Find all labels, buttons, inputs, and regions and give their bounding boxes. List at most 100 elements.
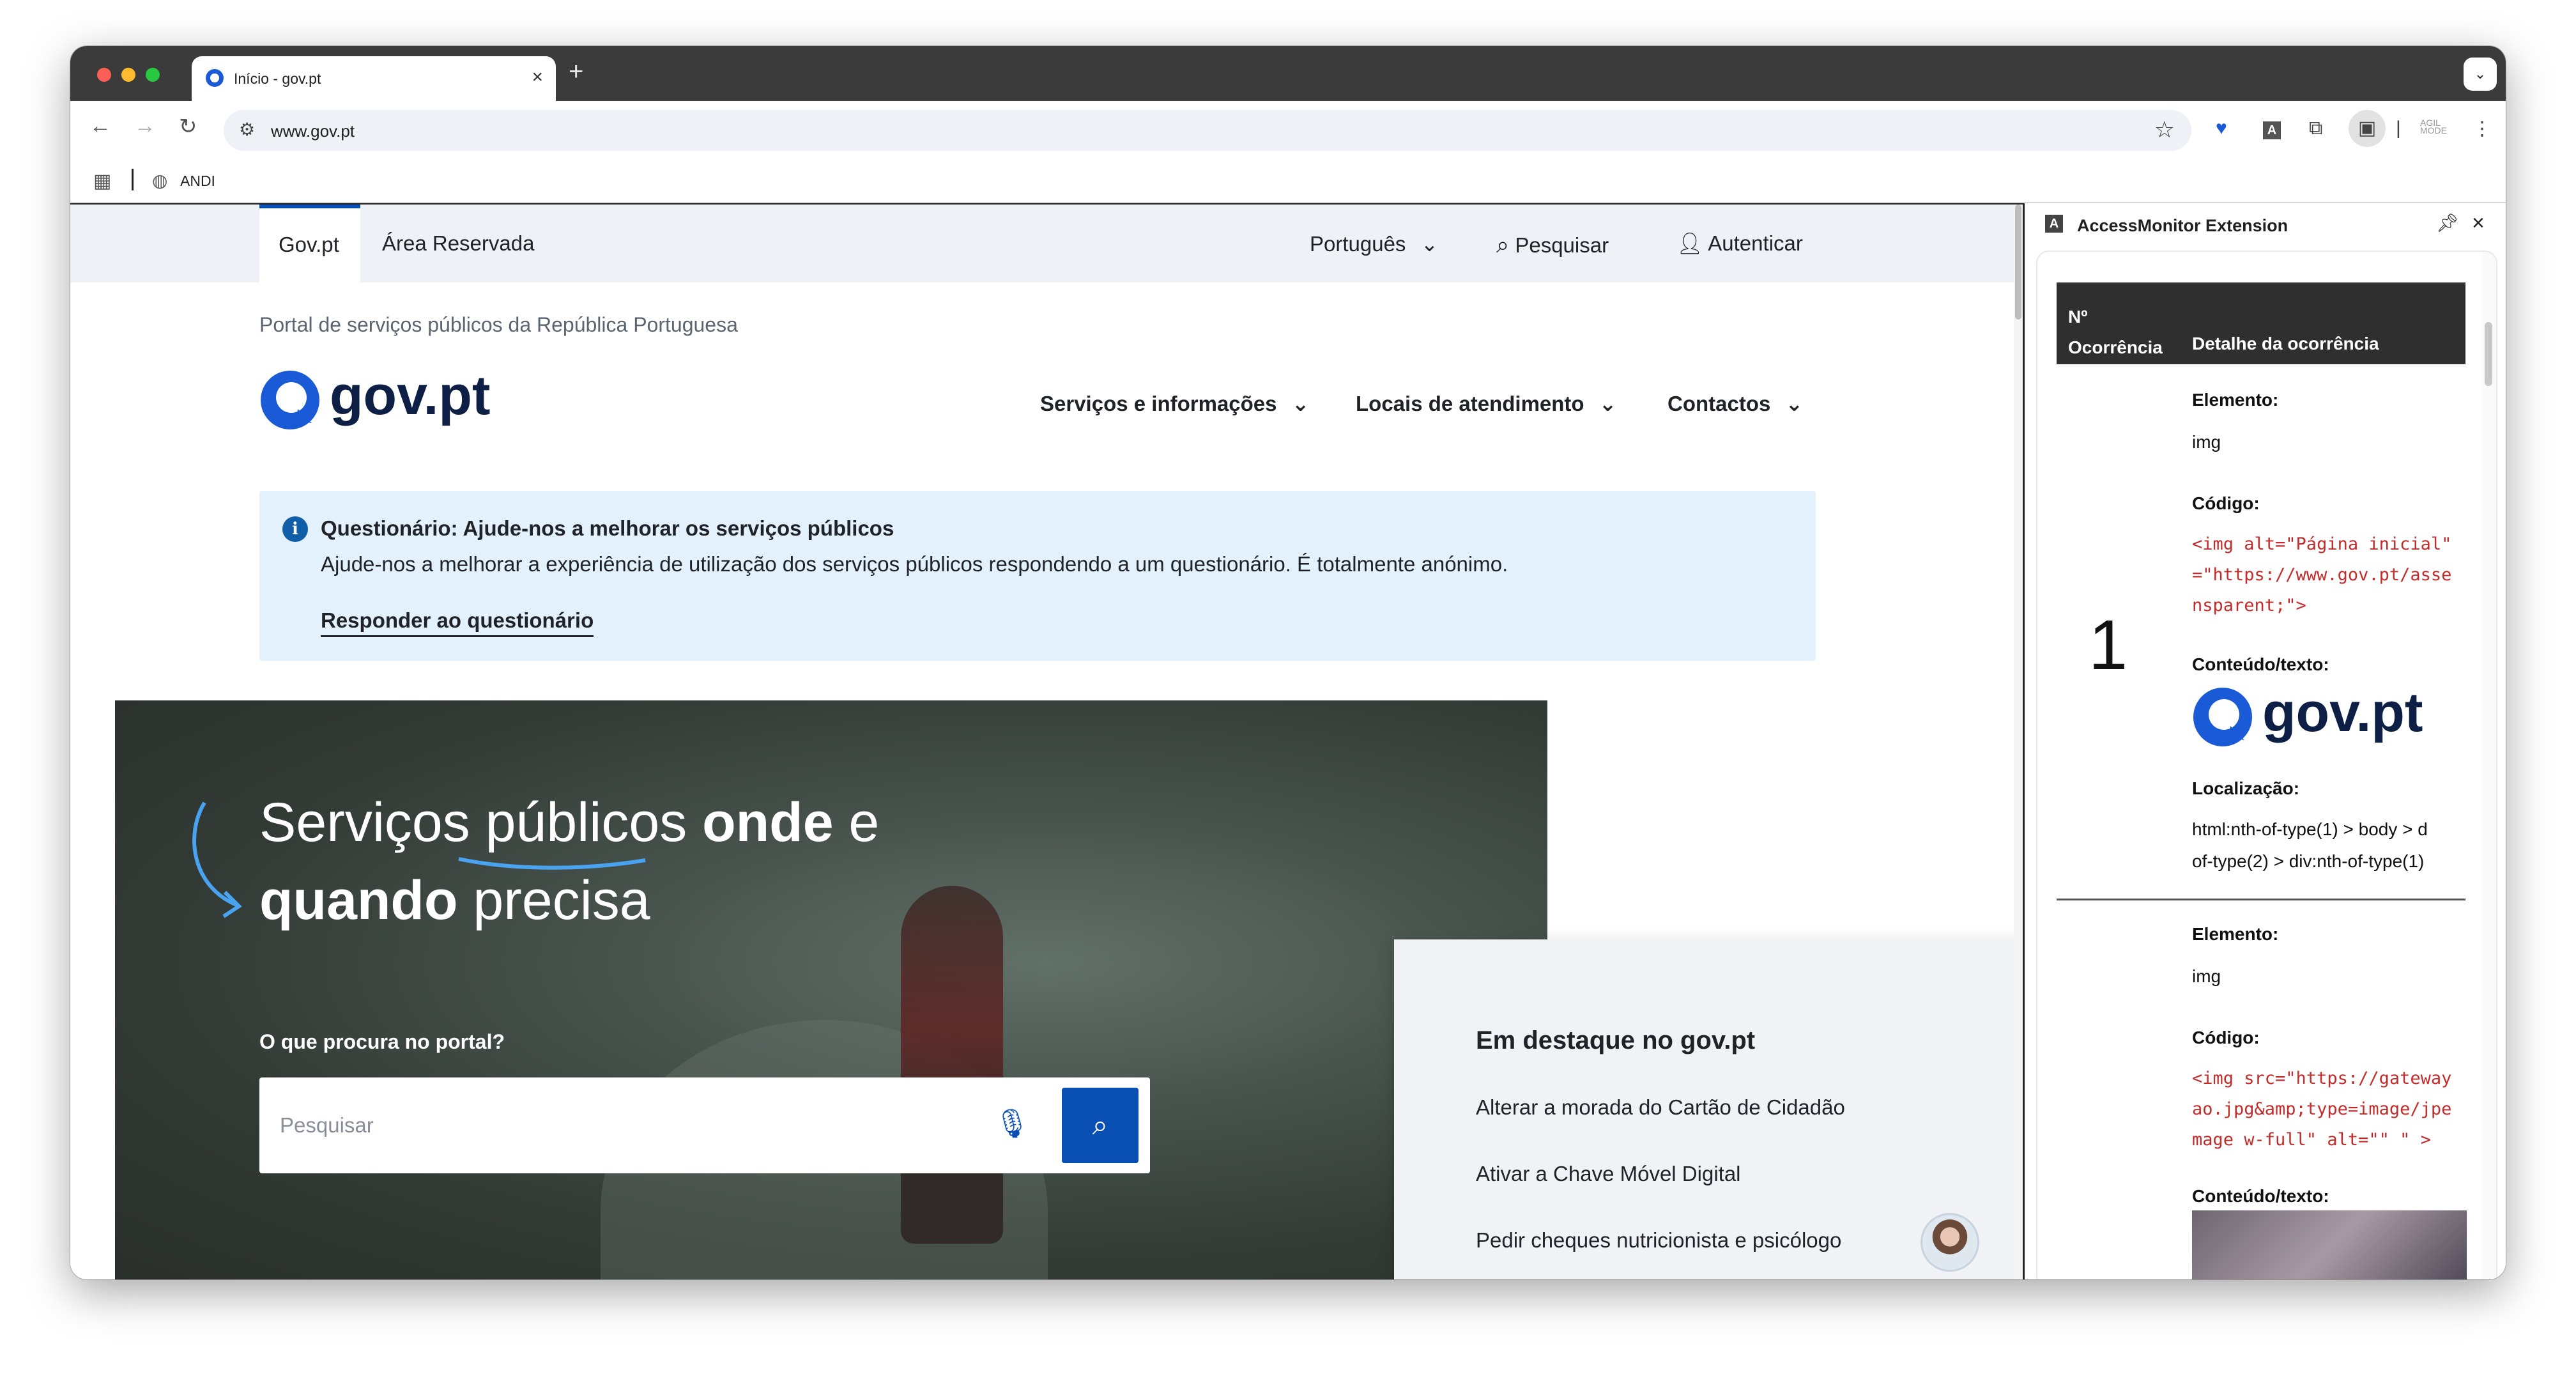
occurrence-divider [2057, 899, 2465, 900]
close-window-button[interactable] [97, 68, 111, 82]
govpt-favicon-icon [206, 69, 224, 87]
agil-mode-icon[interactable]: AGIL MODE [2420, 118, 2447, 135]
panel-scrollbar-thumb[interactable] [2485, 322, 2492, 386]
bookmark-andi[interactable]: ANDI [180, 173, 215, 190]
tab-title: Início - gov.pt [234, 70, 321, 87]
panel-header: A AccessMonitor Extension 📌︎ × [2025, 203, 2506, 245]
browser-tab[interactable]: Início - gov.pt × [192, 56, 556, 101]
bookmarks-bar: ▦ ◍ ANDI [70, 160, 2506, 203]
maximize-window-button[interactable] [146, 68, 160, 82]
search-submit-button[interactable]: ⌕ [1062, 1088, 1138, 1163]
bookmark-star-icon[interactable]: ☆ [2154, 116, 2175, 143]
url-text[interactable]: www.gov.pt [271, 121, 355, 141]
user-icon: 👤︎ [1676, 231, 1703, 255]
govpt-logo[interactable]: gov.pt [259, 364, 502, 438]
element-value: img [2192, 432, 2221, 452]
page-scrollbar-thumb[interactable] [2015, 205, 2021, 320]
pin-icon[interactable]: 📌︎ [2436, 212, 2459, 233]
tab-search-button[interactable]: ⌄ [2464, 58, 2497, 91]
hero-banner: Serviços públicos onde e quando precisa … [115, 700, 1547, 1279]
hero-underline-icon [458, 857, 646, 870]
accessmonitor-extension-icon[interactable]: A [2263, 118, 2281, 139]
code-line: ="https://www.gov.pt/asse [2192, 565, 2452, 585]
location-label: Localização: [2192, 778, 2300, 798]
panel-content: Nº Ocorrência Detalhe da ocorrência 1 El… [2036, 251, 2497, 1279]
location-line: of-type(2) > div:nth-of-type(1) [2192, 851, 2425, 871]
utility-bar: Gov.pt Área Reservada Português ⌄ ⌕ Pesq… [70, 205, 2023, 282]
back-icon[interactable]: ← [89, 114, 111, 139]
toolbar-separator: | [2396, 118, 2401, 139]
browser-toolbar: ← → ↻ ⚙ www.gov.pt ☆ ♥ A ⧉ ▣ | AGIL MODE … [70, 101, 2506, 160]
featured-item[interactable]: Pedir cheques nutricionista e psicólogo [1476, 1228, 1841, 1253]
page-scrollbar[interactable] [2014, 205, 2023, 1279]
featured-title: Em destaque no gov.pt [1476, 1026, 1756, 1054]
column-detail: Detalhe da ocorrência [2192, 334, 2379, 353]
tab-govpt[interactable]: Gov.pt [259, 205, 360, 282]
nav-contactos[interactable]: Contactos ⌄ [1667, 391, 1803, 416]
chevron-down-icon: ⌄ [1598, 392, 1617, 415]
alert-text: Ajude-nos a melhorar a experiência de ut… [321, 552, 1508, 576]
bookmarks-separator [132, 169, 134, 190]
content-label: Conteúdo/texto: [2192, 654, 2329, 674]
forward-icon[interactable]: → [134, 114, 156, 139]
element-label: Elemento: [2192, 390, 2279, 410]
side-panel-icon[interactable]: ▣ [2349, 110, 2386, 147]
globe-icon: ◍ [152, 171, 168, 190]
microphone-icon[interactable]: 🎙︎ [994, 1107, 1030, 1140]
chat-assistant-avatar[interactable] [1920, 1213, 1979, 1272]
govpt-logo-icon: gov.pt [2193, 682, 2423, 746]
reload-icon[interactable]: ↻ [179, 114, 197, 139]
minimize-window-button[interactable] [121, 68, 135, 82]
hero-person-image [901, 886, 1003, 1244]
questionnaire-link[interactable]: Responder ao questionário [321, 608, 594, 637]
search-link[interactable]: ⌕ Pesquisar [1496, 231, 1609, 259]
featured-item[interactable]: Ativar a Chave Móvel Digital [1476, 1162, 1741, 1186]
tab-area-reservada[interactable]: Área Reservada [382, 231, 534, 256]
more-menu-icon[interactable]: ⋮ [2472, 118, 2492, 140]
results-table-header: Nº Ocorrência Detalhe da ocorrência [2057, 282, 2465, 364]
svg-text:gov.pt: gov.pt [2262, 682, 2423, 743]
apps-grid-icon[interactable]: ▦ [93, 170, 111, 192]
accessmonitor-icon: A [2045, 215, 2063, 233]
panel-scrollbar[interactable] [2482, 252, 2496, 1279]
chevron-down-icon: ⌄ [1291, 392, 1310, 415]
element-value: img [2192, 966, 2221, 986]
code-line: ao.jpg&amp;type=image/jpe [2192, 1099, 2452, 1119]
nav-locais[interactable]: Locais de atendimento ⌄ [1356, 391, 1616, 416]
new-tab-button[interactable]: + [569, 58, 583, 86]
panel-title: AccessMonitor Extension [2077, 216, 2288, 235]
code-line: <img alt="Página inicial" [2192, 534, 2452, 554]
govpt-logo-icon: gov.pt [261, 365, 491, 429]
portal-search: Pesquisar 🎙︎ ⌕ [259, 1077, 1150, 1173]
site-info-icon[interactable]: ⚙ [239, 119, 255, 140]
login-link[interactable]: 👤︎ Autenticar [1676, 231, 1803, 256]
code-line: nsparent;"> [2192, 596, 2306, 615]
location-line: html:nth-of-type(1) > body > d [2192, 819, 2428, 839]
svg-text:gov.pt: gov.pt [330, 365, 491, 426]
browser-window: Início - gov.pt × + ⌄ ← → ↻ ⚙ www.gov.pt… [70, 46, 2506, 1279]
tab-strip: Início - gov.pt × + ⌄ [70, 46, 2506, 101]
column-occurrence: Nº Ocorrência [2068, 307, 2163, 357]
language-selector[interactable]: Português ⌄ [1310, 231, 1438, 256]
featured-item[interactable]: Alterar a morada do Cartão de Cidadão [1476, 1095, 1845, 1120]
content-image-preview [2192, 1210, 2467, 1279]
content-label: Conteúdo/texto: [2192, 1186, 2329, 1206]
extension-heart-icon[interactable]: ♥ [2216, 118, 2227, 139]
code-label: Código: [2192, 493, 2260, 513]
extensions-puzzle-icon[interactable]: ⧉ [2309, 118, 2322, 139]
code-line: <img src="https://gateway [2192, 1069, 2452, 1088]
accessmonitor-side-panel: A AccessMonitor Extension 📌︎ × Nº Ocorrê… [2023, 203, 2506, 1279]
web-page: Gov.pt Área Reservada Português ⌄ ⌕ Pesq… [70, 203, 2023, 1279]
nav-servicos[interactable]: Serviços e informações ⌄ [1040, 391, 1309, 416]
address-bar[interactable]: ⚙ www.gov.pt ☆ [224, 110, 2191, 151]
chevron-down-icon: ⌄ [1785, 392, 1804, 415]
close-tab-icon[interactable]: × [532, 66, 543, 88]
questionnaire-alert: i Questionário: Ajude-nos a melhorar os … [259, 491, 1816, 661]
arrow-icon [192, 801, 242, 918]
search-question: O que procura no portal? [259, 1030, 505, 1053]
portal-search-input[interactable]: Pesquisar [280, 1113, 374, 1138]
content-logo-preview: gov.pt [2192, 681, 2435, 755]
code-line: mage w-full" alt="" " > [2192, 1130, 2431, 1150]
close-panel-icon[interactable]: × [2472, 211, 2485, 236]
search-icon: ⌕ [1496, 231, 1510, 258]
